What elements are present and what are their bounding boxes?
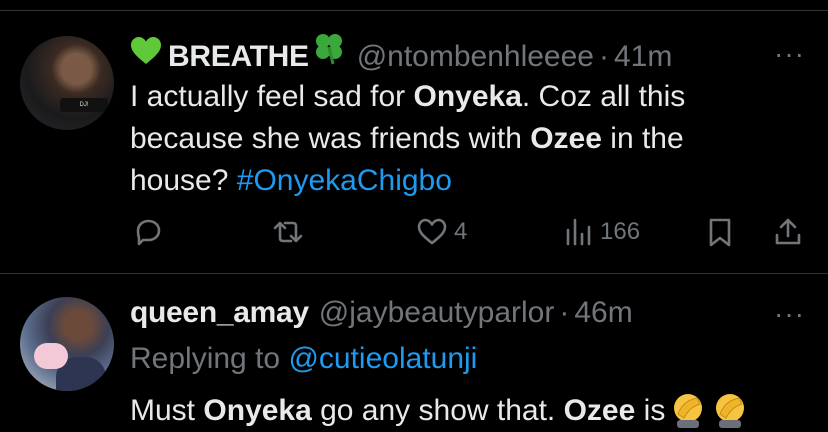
like-count: 4 bbox=[454, 218, 468, 245]
more-options-button[interactable]: ··· bbox=[774, 40, 805, 68]
views-icon bbox=[566, 218, 591, 246]
separator-dot: · bbox=[559, 296, 570, 329]
replying-to: Replying to @cutieolatunji bbox=[130, 342, 477, 376]
avatar-shape bbox=[34, 343, 68, 369]
avatar[interactable]: DJ! bbox=[20, 36, 114, 130]
avatar-overlay-text: DJ! bbox=[79, 102, 89, 108]
timestamp[interactable]: 41m bbox=[614, 40, 672, 74]
text-segment: is bbox=[635, 394, 666, 427]
tweet-text-line-1: Must Onyeka go any show that. Ozee is bbox=[130, 390, 749, 432]
like-button[interactable]: 4 bbox=[416, 212, 467, 252]
avatar-overlay: DJ! bbox=[60, 98, 108, 112]
bold-name: Onyeka bbox=[413, 80, 522, 113]
tweet-actions: 4 166 bbox=[0, 212, 828, 252]
display-name[interactable]: queen_amay bbox=[130, 296, 309, 330]
mention-link[interactable]: @cutieolatunji bbox=[288, 342, 477, 375]
tweet-text-line-2: because she was friends with Ozee in the bbox=[130, 118, 684, 160]
more-options-button[interactable]: ··· bbox=[774, 300, 805, 328]
user-handle[interactable]: @jaybeautyparlor bbox=[319, 296, 555, 330]
bold-name: Onyeka bbox=[203, 394, 312, 427]
tweet-header: queen_amay @jaybeautyparlor · 46m bbox=[130, 296, 633, 330]
text-segment: in the bbox=[601, 122, 684, 155]
share-button[interactable] bbox=[772, 212, 804, 252]
views-button[interactable]: 166 bbox=[562, 212, 640, 252]
bookmark-button[interactable] bbox=[704, 212, 736, 252]
text-segment: house? bbox=[130, 164, 237, 197]
top-divider bbox=[0, 10, 828, 11]
green-heart-icon bbox=[131, 37, 161, 64]
reply-button[interactable] bbox=[132, 212, 164, 252]
text-segment: because she was friends with bbox=[130, 122, 531, 155]
replying-label: Replying to bbox=[130, 342, 289, 375]
retweet-icon bbox=[273, 221, 303, 243]
share-icon bbox=[775, 218, 801, 245]
separator-dot: · bbox=[598, 40, 609, 73]
comment-icon bbox=[136, 219, 161, 246]
bold-name: Ozee bbox=[563, 394, 636, 427]
facepalm-emoji-icon bbox=[716, 394, 745, 428]
text-segment: . Coz all this bbox=[521, 80, 686, 113]
shamrock-icon bbox=[315, 34, 342, 65]
tweet-divider bbox=[0, 273, 828, 274]
view-count: 166 bbox=[600, 218, 641, 245]
heart-outline-icon bbox=[417, 218, 447, 245]
avatar[interactable] bbox=[20, 297, 114, 391]
user-handle[interactable]: @ntombenhleeee bbox=[357, 40, 594, 74]
tweet-header: BREATHE @ntombenhleeee · 41m bbox=[130, 30, 672, 74]
hashtag-link[interactable]: #OnyekaChigbo bbox=[237, 164, 452, 197]
timestamp[interactable]: 46m bbox=[574, 296, 632, 330]
text-segment: go any show that. bbox=[311, 394, 564, 427]
display-name[interactable]: BREATHE bbox=[168, 40, 309, 74]
bookmark-icon bbox=[709, 218, 731, 247]
text-segment: I actually feel sad for bbox=[130, 80, 414, 113]
bold-name: Ozee bbox=[530, 122, 602, 155]
retweet-button[interactable] bbox=[272, 212, 304, 252]
text-segment: Must bbox=[130, 394, 204, 427]
tweet-text-line-3: house? #OnyekaChigbo bbox=[130, 160, 452, 202]
tweet-text-line-1: I actually feel sad for Onyeka. Coz all … bbox=[130, 76, 685, 118]
facepalm-emoji-icon bbox=[674, 394, 703, 428]
